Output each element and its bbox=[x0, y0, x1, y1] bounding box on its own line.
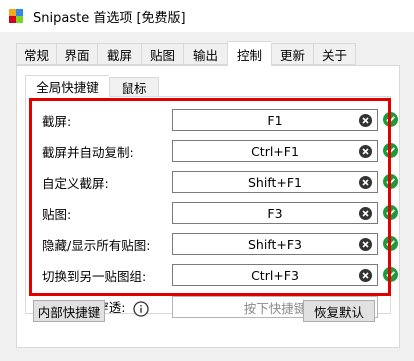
window-title: Snipaste 首选项 [免费版] bbox=[33, 10, 186, 26]
tab-about[interactable]: 关于 bbox=[313, 43, 356, 65]
clear-icon[interactable] bbox=[359, 176, 372, 189]
snipaste-logo-icon bbox=[9, 9, 23, 23]
restore-defaults-button[interactable]: 恢复默认 bbox=[303, 300, 375, 322]
check-ok-icon bbox=[383, 267, 398, 282]
check-ok-icon bbox=[383, 143, 398, 158]
shortcut-label: 截屏并自动复制: bbox=[42, 144, 134, 160]
tab-interface[interactable]: 界面 bbox=[56, 43, 97, 65]
clear-icon[interactable] bbox=[359, 145, 372, 158]
shortcut-value: F3 bbox=[267, 205, 283, 221]
shortcut-placeholder: 按下快捷键 bbox=[243, 300, 307, 316]
shortcut-row-snip-copy: 截屏并自动复制: Ctrl+F1 bbox=[42, 139, 398, 163]
tab-output[interactable]: 输出 bbox=[183, 43, 227, 65]
shortcut-value: Ctrl+F3 bbox=[251, 267, 299, 283]
tab-general[interactable]: 常规 bbox=[16, 43, 56, 65]
shortcut-value: Shift+F1 bbox=[247, 174, 303, 190]
subtab-global-hotkeys[interactable]: 全局快捷键 bbox=[25, 75, 109, 97]
shortcut-label: 贴图: bbox=[42, 206, 72, 222]
shortcut-value: Ctrl+F1 bbox=[251, 143, 299, 159]
tab-control[interactable]: 控制 bbox=[227, 41, 271, 66]
shortcut-field-snip-copy[interactable]: Ctrl+F1 bbox=[172, 140, 378, 162]
tab-paste[interactable]: 贴图 bbox=[141, 43, 183, 65]
check-ok-icon bbox=[383, 236, 398, 251]
shortcut-label: 切换到另一贴图组: bbox=[42, 268, 147, 284]
shortcut-value: Shift+F3 bbox=[247, 236, 303, 252]
title-bar: Snipaste 首选项 [免费版] bbox=[0, 0, 414, 32]
tab-snip[interactable]: 截屏 bbox=[97, 43, 141, 65]
clear-icon[interactable] bbox=[359, 238, 372, 251]
clear-icon[interactable] bbox=[359, 269, 372, 282]
shortcut-row-custom-snip: 自定义截屏: Shift+F1 bbox=[42, 170, 398, 194]
control-subtabs: 全局快捷键 鼠标 bbox=[25, 75, 159, 97]
tab-update[interactable]: 更新 bbox=[271, 43, 313, 65]
control-panel: 全局快捷键 鼠标 截屏: F1 截屏并自动复制: Ctrl+F1 自定义截屏: … bbox=[16, 65, 400, 348]
shortcut-field-snip[interactable]: F1 bbox=[172, 109, 378, 131]
shortcut-row-snip: 截屏: F1 bbox=[42, 108, 398, 132]
check-ok-icon bbox=[383, 174, 398, 189]
shortcut-row-switch-group: 切换到另一贴图组: Ctrl+F3 bbox=[42, 263, 398, 287]
check-ok-icon bbox=[383, 112, 398, 127]
subtab-mouse[interactable]: 鼠标 bbox=[109, 77, 159, 97]
clear-icon[interactable] bbox=[359, 114, 372, 127]
shortcut-label: 自定义截屏: bbox=[42, 175, 109, 191]
shortcut-field-toggle-pastes[interactable]: Shift+F3 bbox=[172, 233, 378, 255]
shortcut-row-paste: 贴图: F3 bbox=[42, 201, 398, 225]
check-ok-icon bbox=[383, 205, 398, 220]
preferences-window: Snipaste 首选项 [免费版] 常规 界面 截屏 贴图 输出 控制 更新 … bbox=[0, 0, 414, 361]
shortcut-field-switch-group[interactable]: Ctrl+F3 bbox=[172, 264, 378, 286]
shortcut-field-custom-snip[interactable]: Shift+F1 bbox=[172, 171, 378, 193]
shortcut-value: F1 bbox=[267, 112, 283, 128]
internal-hotkeys-button[interactable]: 内部快捷键 bbox=[33, 300, 105, 322]
hotkeys-panel: 截屏: F1 截屏并自动复制: Ctrl+F1 自定义截屏: Shift+F1 bbox=[25, 96, 398, 318]
shortcut-field-paste[interactable]: F3 bbox=[172, 202, 378, 224]
main-tabs: 常规 界面 截屏 贴图 输出 控制 更新 关于 bbox=[16, 41, 356, 66]
shortcut-row-toggle-pastes: 隐藏/显示所有贴图: Shift+F3 bbox=[42, 232, 398, 256]
shortcut-label: 截屏: bbox=[42, 113, 72, 129]
shortcut-label: 隐藏/显示所有贴图: bbox=[42, 237, 151, 253]
info-icon[interactable] bbox=[133, 301, 150, 317]
clear-icon[interactable] bbox=[359, 207, 372, 220]
